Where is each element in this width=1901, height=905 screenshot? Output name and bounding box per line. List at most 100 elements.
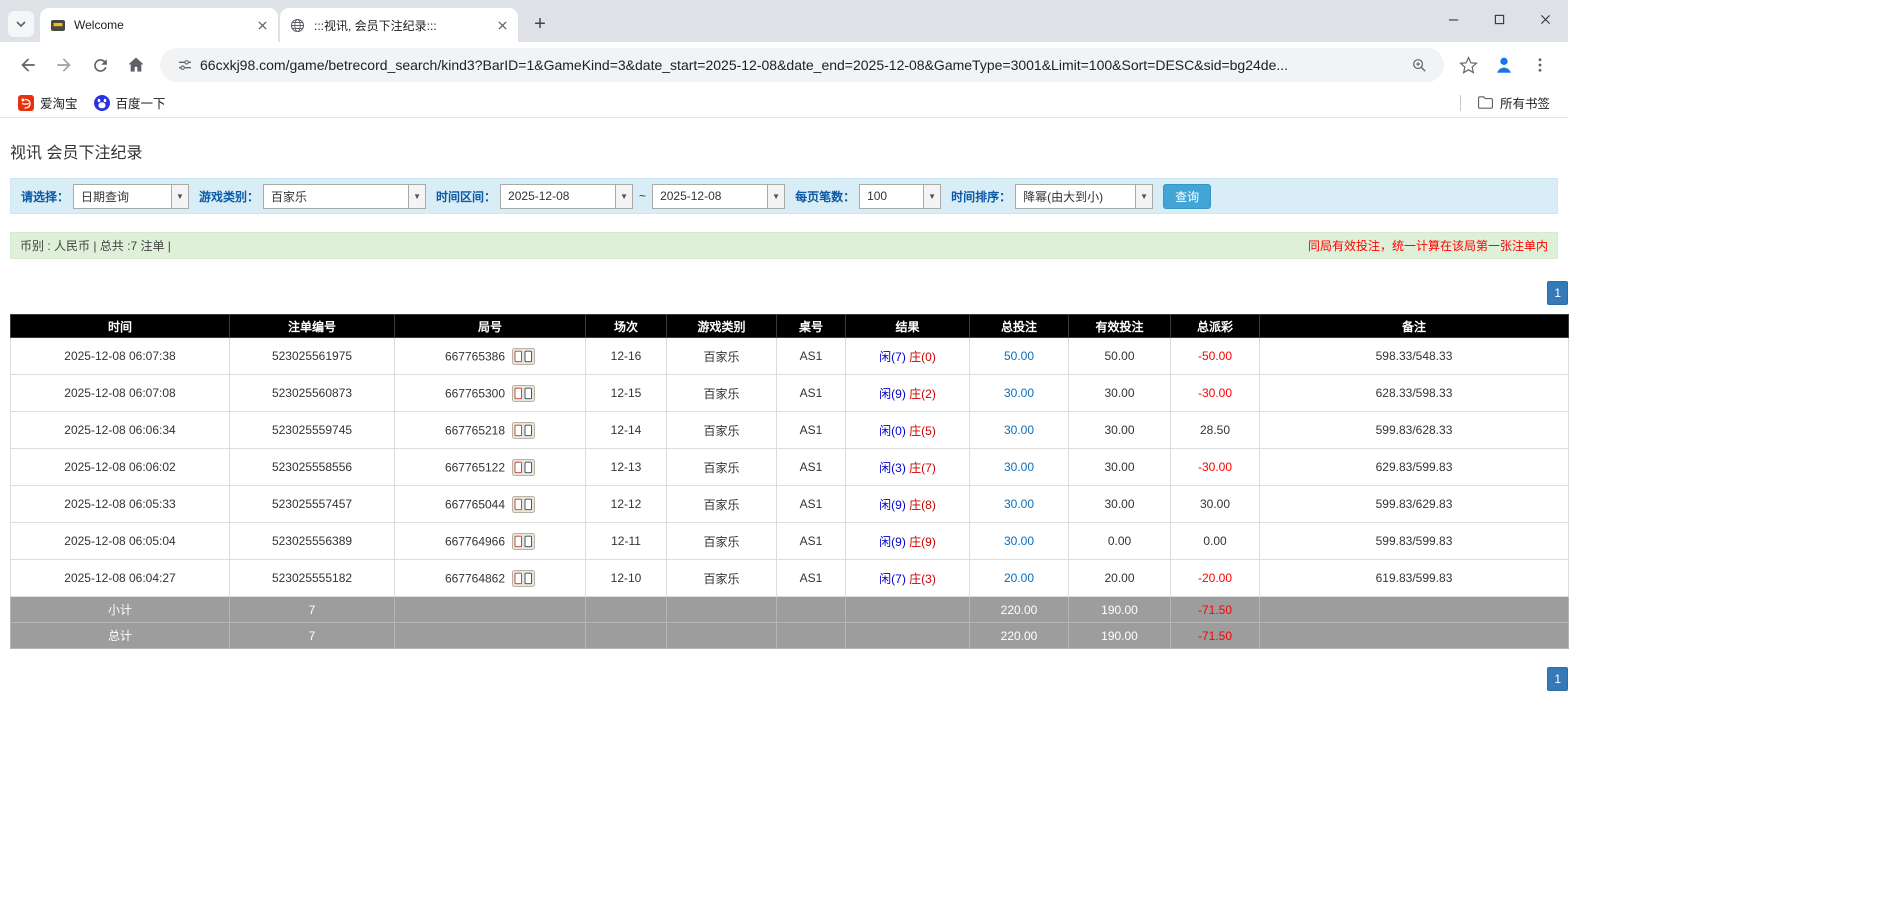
cell-payout: 30.00 [1171,486,1260,523]
cell-note: 628.33/598.33 [1260,375,1569,412]
tab-search-button[interactable] [8,11,34,37]
column-header: 时间 [11,315,230,338]
close-icon[interactable] [254,17,270,33]
browser-menu-button[interactable] [1526,51,1554,79]
welcome-favicon-icon [50,17,66,33]
cell-table-no: AS1 [777,412,846,449]
subtotal-row: 小计 7 220.00 190.00 -71.50 [11,597,1569,623]
site-info-icon[interactable] [174,54,196,76]
cell-game-type: 百家乐 [667,449,777,486]
bookmark-baidu[interactable]: 百度一下 [86,90,174,115]
reload-icon [91,56,110,75]
cell-note: 599.83/599.83 [1260,523,1569,560]
column-header: 备注 [1260,315,1569,338]
baidu-icon [94,95,110,111]
bookmark-taobao[interactable]: 爱淘宝 [10,90,86,115]
cell-round: 667765122 [395,449,586,486]
cell-payout: -30.00 [1171,375,1260,412]
cell-result: 闲(9) 庄(2) [846,375,970,412]
cell-table-no: AS1 [777,486,846,523]
table-row: 2025-12-08 06:06:34 523025559745 6677652… [11,412,1569,449]
star-icon [1459,56,1478,75]
cell-bet-id: 523025555182 [230,560,395,597]
footer-valid-bet: 190.00 [1069,623,1171,649]
cell-total-bet[interactable]: 50.00 [970,338,1069,375]
address-bar[interactable]: 66cxkj98.com/game/betrecord_search/kind3… [160,48,1444,82]
cell-session: 12-15 [586,375,667,412]
bet-table-body: 2025-12-08 06:07:38 523025561975 6677653… [11,338,1569,649]
date-range-label: 时间区间： [436,188,496,205]
back-icon [18,55,38,75]
cell-session: 12-13 [586,449,667,486]
cell-valid-bet: 30.00 [1069,412,1171,449]
chevron-down-icon: ▼ [767,185,784,208]
chevron-down-icon: ▼ [1135,185,1152,208]
page-title: 视讯 会员下注纪录 [10,139,1568,163]
cell-session: 12-10 [586,560,667,597]
forward-button[interactable] [50,51,78,79]
cell-total-bet[interactable]: 30.00 [970,449,1069,486]
globe-favicon-icon [290,17,306,33]
browser-toolbar: 66cxkj98.com/game/betrecord_search/kind3… [0,42,1568,88]
round-detail-icon[interactable] [512,570,535,587]
cell-game-type: 百家乐 [667,375,777,412]
close-icon[interactable] [494,17,510,33]
per-page-select[interactable]: 100 ▼ [859,184,941,209]
game-type-select[interactable]: 百家乐 ▼ [263,184,426,209]
bookmark-star-button[interactable] [1454,51,1482,79]
profile-button[interactable] [1490,51,1518,79]
zoom-icon[interactable] [1408,54,1430,76]
footer-payout: -71.50 [1171,623,1260,649]
cell-time: 2025-12-08 06:04:27 [11,560,230,597]
pagination-page-button[interactable]: 1 [1547,667,1568,691]
query-mode-select[interactable]: 日期查询 ▼ [73,184,189,209]
cell-time: 2025-12-08 06:05:04 [11,523,230,560]
cell-total-bet[interactable]: 20.00 [970,560,1069,597]
table-row: 2025-12-08 06:05:04 523025556389 6677649… [11,523,1569,560]
round-detail-icon[interactable] [512,385,535,402]
date-end-input[interactable]: 2025-12-08 ▼ [652,184,785,209]
sort-value: 降幂(由大到小) [1016,188,1135,205]
page-content: 视讯 会员下注纪录 请选择： 日期查询 ▼ 游戏类别： 百家乐 ▼ 时间区间： [0,139,1568,691]
home-button[interactable] [122,51,150,79]
cell-total-bet[interactable]: 30.00 [970,412,1069,449]
reload-button[interactable] [86,51,114,79]
new-tab-button[interactable]: + [526,10,554,38]
pagination-page-button[interactable]: 1 [1547,281,1568,305]
cell-round: 667764966 [395,523,586,560]
tab-welcome[interactable]: Welcome [40,8,278,42]
back-button[interactable] [14,51,42,79]
maximize-button[interactable] [1476,0,1522,38]
tab-betrecord[interactable]: :::视讯, 会员下注纪录::: [280,8,518,42]
table-row: 2025-12-08 06:07:38 523025561975 6677653… [11,338,1569,375]
round-detail-icon[interactable] [512,496,535,513]
bookmarks-folder-icon [1477,95,1494,110]
date-start-input[interactable]: 2025-12-08 ▼ [500,184,633,209]
cell-bet-id: 523025557457 [230,486,395,523]
bet-records-table: 时间注单编号局号场次游戏类别桌号结果总投注有效投注总派彩备注 2025-12-0… [10,314,1569,649]
cell-session: 12-16 [586,338,667,375]
date-range-separator: ~ [639,189,646,203]
cell-total-bet[interactable]: 30.00 [970,523,1069,560]
cell-payout: 28.50 [1171,412,1260,449]
round-detail-icon[interactable] [512,348,535,365]
all-bookmarks-button[interactable]: 所有书签 [1469,90,1558,115]
summary-bar: 币别 : 人民币 | 总共 :7 注单 | 同局有效投注，统一计算在该局第一张注… [10,232,1558,259]
cell-bet-id: 523025556389 [230,523,395,560]
chevron-down-icon: ▼ [615,185,632,208]
round-detail-icon[interactable] [512,459,535,476]
search-button[interactable]: 查询 [1163,184,1211,209]
url-text[interactable]: 66cxkj98.com/game/betrecord_search/kind3… [200,57,1404,73]
minimize-button[interactable] [1430,0,1476,38]
round-detail-icon[interactable] [512,533,535,550]
cell-bet-id: 523025561975 [230,338,395,375]
round-detail-icon[interactable] [512,422,535,439]
footer-label: 小计 [11,597,230,623]
cell-total-bet[interactable]: 30.00 [970,486,1069,523]
sort-select[interactable]: 降幂(由大到小) ▼ [1015,184,1153,209]
close-window-button[interactable] [1522,0,1568,38]
profile-icon [1493,54,1515,76]
cell-bet-id: 523025559745 [230,412,395,449]
bookmark-label: 爱淘宝 [40,93,78,112]
cell-total-bet[interactable]: 30.00 [970,375,1069,412]
